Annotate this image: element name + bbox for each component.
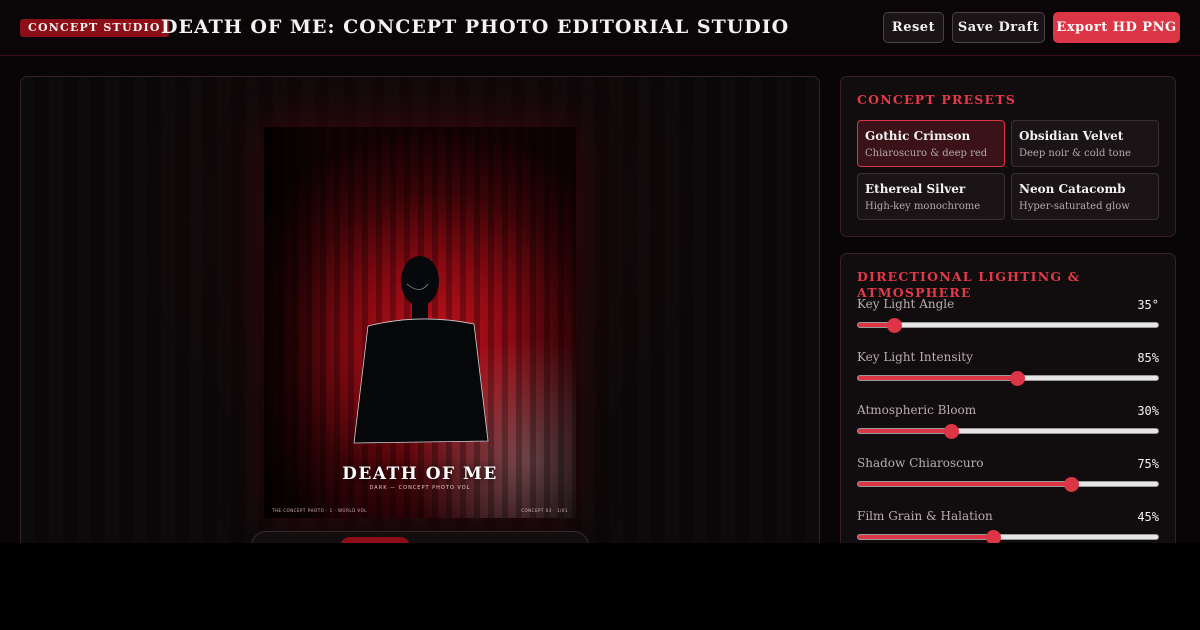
poster-footer-left: THE CONCEPT PHOTO · 1 · WORLD VOL <box>272 508 367 513</box>
slider-atmospheric-bloom: Atmospheric Bloom 30% <box>857 403 1159 449</box>
slider-label: Atmospheric Bloom <box>857 403 977 417</box>
preset-name: Neon Catacomb <box>1019 182 1126 196</box>
slider-thumb[interactable] <box>986 530 1001 543</box>
poster-footer-right: CONCEPT 03 · 1/01 <box>521 508 568 513</box>
slider-thumb[interactable] <box>1010 371 1025 386</box>
brand-badge: CONCEPT STUDIO <box>20 19 169 37</box>
slider-label: Shadow Chiaroscuro <box>857 456 984 470</box>
preset-name: Gothic Crimson <box>865 129 971 143</box>
header-bar: CONCEPT STUDIO DEATH OF ME: CONCEPT PHOT… <box>0 0 1200 56</box>
preset-name: Obsidian Velvet <box>1019 129 1124 143</box>
slider-value: 35° <box>1137 298 1159 312</box>
concept-presets-panel: CONCEPT PRESETS Gothic Crimson Chiaroscu… <box>840 76 1176 237</box>
poster-preview[interactable]: DEATH OF ME DARK — CONCEPT PHOTO VOL THE… <box>264 127 576 518</box>
slider-fill <box>858 535 993 539</box>
canvas-toolbar <box>251 531 589 543</box>
slider-thumb[interactable] <box>887 318 902 333</box>
preset-description: Chiaroscuro & deep red <box>865 148 988 159</box>
slider-fill <box>858 376 1017 380</box>
export-png-button[interactable]: Export HD PNG <box>1053 12 1180 43</box>
preset-obsidian-velvet[interactable]: Obsidian Velvet Deep noir & cold tone <box>1011 120 1159 167</box>
preset-neon-catacomb[interactable]: Neon Catacomb Hyper-saturated glow <box>1011 173 1159 220</box>
presets-title: CONCEPT PRESETS <box>857 92 1016 107</box>
slider-shadow-chiaroscuro: Shadow Chiaroscuro 75% <box>857 456 1159 502</box>
slider-key-light-intensity: Key Light Intensity 85% <box>857 350 1159 396</box>
slider-film-grain: Film Grain & Halation 45% <box>857 509 1159 543</box>
empty-viewport-area <box>0 543 1200 630</box>
slider-fill <box>858 482 1071 486</box>
slider-label: Film Grain & Halation <box>857 509 993 523</box>
preset-description: Deep noir & cold tone <box>1019 148 1131 159</box>
slider-value: 85% <box>1137 351 1159 365</box>
slider-label: Key Light Intensity <box>857 350 973 364</box>
canvas-panel: DEATH OF ME DARK — CONCEPT PHOTO VOL THE… <box>20 76 820 543</box>
page-title: DEATH OF ME: CONCEPT PHOTO EDITORIAL STU… <box>161 16 790 38</box>
slider-value: 75% <box>1137 457 1159 471</box>
preset-ethereal-silver[interactable]: Ethereal Silver High-key monochrome <box>857 173 1005 220</box>
slider-key-light-angle: Key Light Angle 35° <box>857 297 1159 343</box>
reset-button[interactable]: Reset <box>883 12 944 43</box>
poster-subtitle: DARK — CONCEPT PHOTO VOL <box>369 485 471 491</box>
slider-fill <box>858 429 951 433</box>
lighting-panel: DIRECTIONAL LIGHTING & ATMOSPHERE Key Li… <box>840 253 1176 543</box>
slider-label: Key Light Angle <box>857 297 955 311</box>
slider-track[interactable] <box>857 371 1159 386</box>
preset-gothic-crimson[interactable]: Gothic Crimson Chiaroscuro & deep red <box>857 120 1005 167</box>
poster-vignette <box>264 127 576 518</box>
slider-track[interactable] <box>857 424 1159 439</box>
slider-thumb[interactable] <box>944 424 959 439</box>
app-window: CONCEPT STUDIO DEATH OF ME: CONCEPT PHOT… <box>0 0 1200 543</box>
slider-track[interactable] <box>857 530 1159 543</box>
slider-thumb[interactable] <box>1064 477 1079 492</box>
preset-name: Ethereal Silver <box>865 182 966 196</box>
preset-description: Hyper-saturated glow <box>1019 201 1130 212</box>
save-draft-button[interactable]: Save Draft <box>952 12 1045 43</box>
preset-description: High-key monochrome <box>865 201 981 212</box>
slider-value: 45% <box>1137 510 1159 524</box>
slider-track[interactable] <box>857 318 1159 333</box>
slider-track[interactable] <box>857 477 1159 492</box>
poster-title: DEATH OF ME <box>342 464 498 484</box>
slider-value: 30% <box>1137 404 1159 418</box>
